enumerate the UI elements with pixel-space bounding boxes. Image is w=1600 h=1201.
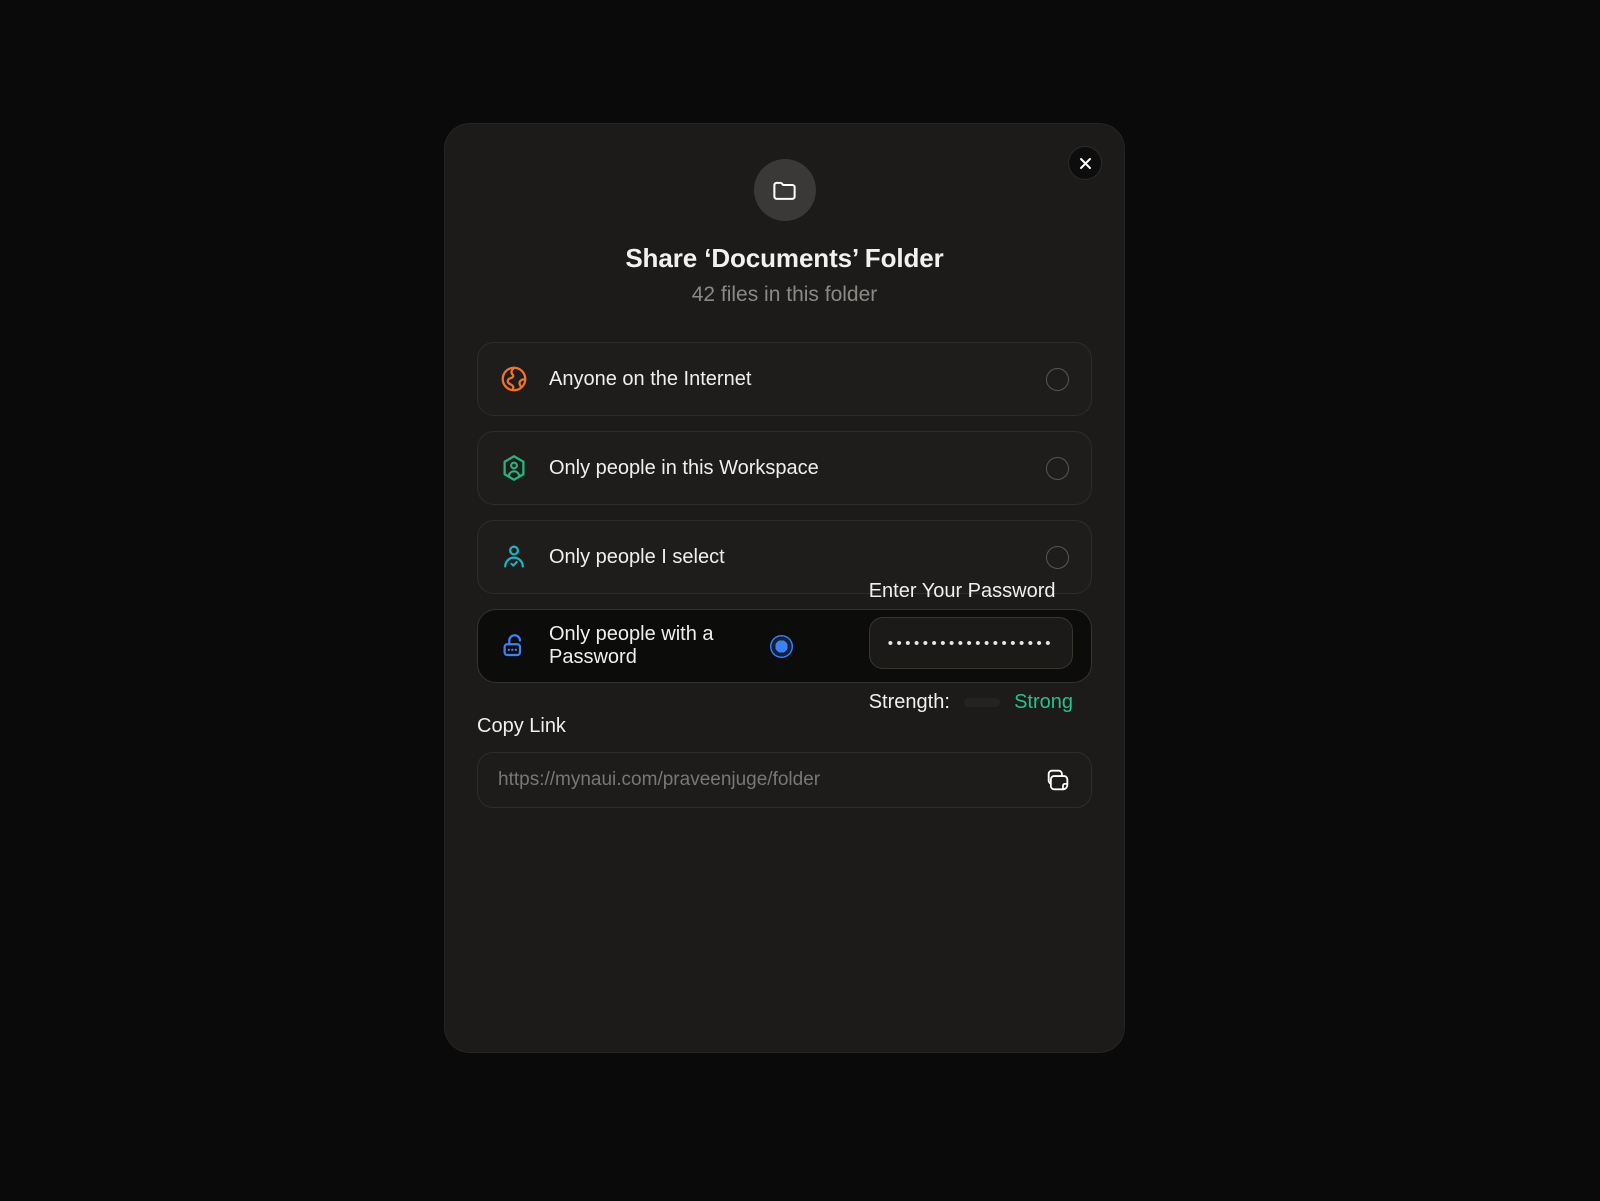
share-options-list: Anyone on the Internet Only people in th… bbox=[477, 342, 1092, 713]
option-anyone-on-the-internet[interactable]: Anyone on the Internet bbox=[477, 342, 1092, 416]
user-hexagon-icon bbox=[498, 452, 530, 484]
screen-background: Share ‘Documents’ Folder 42 files in thi… bbox=[0, 0, 1600, 1201]
close-icon bbox=[1079, 157, 1091, 169]
dialog-subtitle: 42 files in this folder bbox=[691, 283, 878, 306]
option-only-people-with-a-password: Only people with a Password Enter Your P… bbox=[477, 580, 1092, 713]
option-password-header[interactable]: Only people with a Password bbox=[478, 609, 815, 683]
option-label: Anyone on the Internet bbox=[549, 367, 752, 390]
folder-badge bbox=[753, 159, 816, 221]
strength-value: Strong bbox=[1014, 691, 1073, 713]
radio-anyone-on-the-internet[interactable] bbox=[1046, 367, 1069, 391]
strength-label: Strength: bbox=[868, 691, 950, 713]
password-strength-row: Strength: Strong bbox=[869, 691, 1073, 714]
folder-icon bbox=[773, 181, 796, 200]
copy-link-field[interactable]: https://mynaui.com/praveenjuge/folder bbox=[477, 752, 1092, 808]
copy-link-url[interactable]: https://mynaui.com/praveenjuge/folder bbox=[498, 769, 1043, 791]
option-label: Only people with a Password bbox=[549, 623, 714, 668]
unlock-icon bbox=[498, 630, 530, 662]
user-check-icon bbox=[498, 541, 530, 573]
globe-icon bbox=[498, 363, 530, 395]
share-folder-dialog: Share ‘Documents’ Folder 42 files in thi… bbox=[444, 123, 1125, 1053]
dialog-header: Share ‘Documents’ Folder 42 files in thi… bbox=[445, 124, 1124, 307]
radio-only-people-in-this-workspace[interactable] bbox=[1046, 456, 1069, 480]
page-title: Share ‘Documents’ Folder bbox=[625, 243, 944, 273]
option-only-people-in-this-workspace[interactable]: Only people in this Workspace bbox=[477, 431, 1092, 505]
strength-meter bbox=[963, 698, 1001, 707]
copy-button[interactable] bbox=[1043, 765, 1073, 795]
copy-icon bbox=[1047, 769, 1069, 791]
option-label: Only people in this Workspace bbox=[549, 456, 819, 479]
close-button[interactable] bbox=[1068, 146, 1102, 180]
password-section: Enter Your Password ••••••••••••••••••• … bbox=[851, 558, 1091, 734]
radio-only-people-with-a-password[interactable] bbox=[769, 634, 793, 658]
password-field-label: Enter Your Password bbox=[868, 580, 1056, 602]
password-input[interactable]: ••••••••••••••••••• bbox=[868, 617, 1073, 669]
